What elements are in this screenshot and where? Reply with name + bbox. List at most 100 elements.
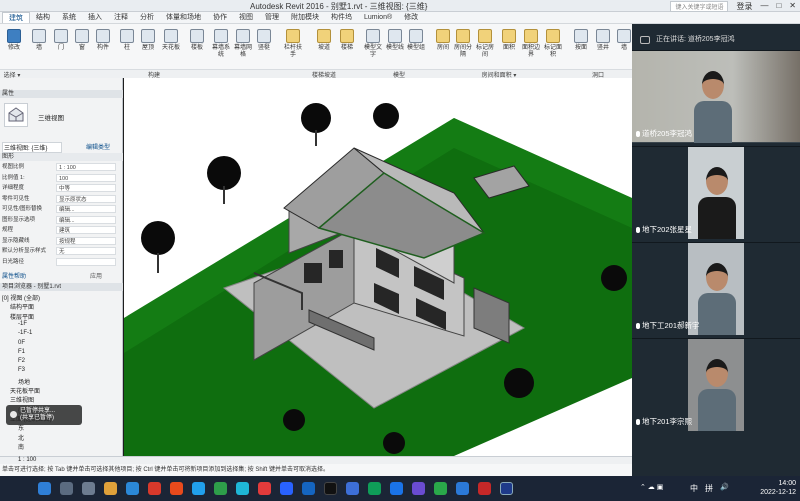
ribbon-tab[interactable]: Lumion® [358,12,398,23]
participant-tile[interactable]: 地下202张星星 [632,146,800,239]
ribbon-tab[interactable]: 视图 [233,12,259,23]
property-row[interactable]: 详细程度 中等 [2,184,120,192]
edge-icon[interactable] [126,482,139,495]
ribbon-button[interactable]: 墙 [28,27,50,69]
property-row[interactable]: 比例值 1: 100 [2,173,120,182]
app-icon-7[interactable] [280,482,293,495]
view-selector[interactable]: 三维视图: {三维} [2,142,62,153]
browser-tree-item[interactable]: 结构平面 [10,302,34,311]
property-value[interactable]: 1 : 100 [56,163,116,171]
ribbon-button[interactable]: 房间 [432,27,454,69]
app-icon-14[interactable] [478,482,491,495]
app-icon-8[interactable] [302,482,315,495]
start-button-icon[interactable] [38,482,51,495]
clock[interactable]: 14:00 2022-12-12 [760,479,796,497]
browser-tree-item[interactable]: F3 [18,367,25,373]
ribbon-tab[interactable]: 分析 [134,12,160,23]
tiktok-icon[interactable] [324,482,337,495]
ribbon-button[interactable]: 楼板 [186,27,208,69]
ribbon-button[interactable]: 坡道 [313,27,335,69]
property-row[interactable]: 零件可见性 显示原状态 [2,194,120,203]
3d-viewport[interactable] [124,78,632,456]
browser-tree-item[interactable]: F2 [18,358,25,364]
ribbon-tab[interactable]: 注释 [108,12,134,23]
property-value[interactable]: 显示原状态 [56,194,116,203]
property-value[interactable]: 无 [56,247,116,255]
browser-tree-item[interactable]: 三维视图 [10,395,34,404]
ribbon-button[interactable]: 天花板 [160,27,182,69]
app-icon-2[interactable] [170,482,183,495]
browser-tree-item[interactable]: -1F-1 [18,330,32,336]
app-icon-10[interactable] [368,482,381,495]
app-icon-13[interactable] [456,482,469,495]
ribbon-tab[interactable]: 协作 [207,12,233,23]
browser-tree-item[interactable]: 南 [18,442,24,451]
ribbon-tab[interactable]: 结构 [30,12,56,23]
wechat-icon[interactable] [434,482,447,495]
language-indicator[interactable]: 中 [690,483,698,494]
app-icon-1[interactable] [148,482,161,495]
property-value[interactable]: 编辑... [56,215,116,224]
property-row[interactable]: 显示隐藏线 按规程 [2,236,120,245]
property-row[interactable]: 图形显示选项 编辑... [2,215,120,224]
ribbon-button[interactable]: 修改 [3,27,25,69]
ribbon-button[interactable]: 按面 [570,27,592,69]
task-view-icon[interactable] [82,482,95,495]
ribbon-button[interactable]: 门 [50,27,72,69]
apply-button[interactable]: 应用 [90,271,102,280]
app-icon-12[interactable] [412,482,425,495]
app-icon-11[interactable] [390,482,403,495]
browser-tree-item[interactable]: 场地 [18,377,30,386]
properties-help-link[interactable]: 属性帮助 [2,271,26,280]
edit-type-button[interactable]: 编辑类型 [86,142,110,151]
ribbon-button[interactable]: 标记房间 [474,27,496,69]
maximize-icon[interactable]: □ [776,1,781,12]
participant-tile[interactable]: 道桥205李冠鸿 [632,50,800,143]
browser-tree-item[interactable]: [0] 视图 (全部) [2,293,40,302]
property-value[interactable]: 建筑 [56,226,116,234]
ribbon-button[interactable]: 屋顶 [137,27,159,69]
ribbon-button[interactable]: 栏杆扶手 [282,27,304,69]
participant-tile[interactable]: 地下201李宗熙 [632,338,800,431]
browser-tree-item[interactable]: 天花板平面 [10,386,40,395]
ribbon-tab[interactable]: 插入 [82,12,108,23]
ribbon-tab[interactable]: 管理 [259,12,285,23]
property-row[interactable]: 视图比例 1 : 100 [2,163,120,171]
property-row[interactable]: 日光路径 [2,257,120,266]
search-box[interactable]: 键入关键字或短语 [670,1,729,12]
participant-tile[interactable]: 地下工201郝新宇 [632,242,800,335]
tray-icons[interactable]: ⌃ ☁ ▣ [640,483,663,491]
ribbon-button[interactable]: 柱 [116,27,138,69]
browser-tree-item[interactable]: 楼层平面 [10,312,34,321]
revit-icon[interactable] [500,482,513,495]
ime-indicator[interactable]: 拼 [705,483,713,494]
ribbon-button[interactable]: 构件 [92,27,114,69]
app-icon-5[interactable] [236,482,249,495]
property-value[interactable]: 按规程 [56,236,116,245]
ribbon-button[interactable]: 楼梯 [336,27,358,69]
property-value[interactable] [56,257,116,266]
share-paused-toast[interactable]: 已暂停共享... (共享已暂停) [6,405,82,425]
app-icon-6[interactable] [258,482,271,495]
property-row[interactable]: 规程 建筑 [2,226,120,234]
file-explorer-icon[interactable] [104,482,117,495]
browser-tree-item[interactable]: -1F [18,321,27,327]
browser-tree-item[interactable]: 0F [18,340,25,346]
ribbon-tab[interactable]: 构件坞 [325,12,358,23]
ribbon-button[interactable]: 面积 [498,27,520,69]
ribbon-button[interactable]: 模型文字 [362,27,384,69]
ribbon-tab[interactable]: 建筑 [2,12,30,23]
ribbon-button[interactable]: 幕墙网格 [232,27,254,69]
property-value[interactable]: 100 [56,173,116,182]
ribbon-tab[interactable]: 系统 [56,12,82,23]
app-icon-3[interactable] [192,482,205,495]
ribbon-button[interactable]: 竖井 [592,27,614,69]
property-value[interactable]: 编辑... [56,205,116,213]
property-row[interactable]: 可见性/图形替换 编辑... [2,205,120,213]
ribbon-button[interactable]: 幕墙系统 [210,27,232,69]
ribbon-button[interactable]: 竖梃 [253,27,275,69]
browser-tree-item[interactable]: F1 [18,349,25,355]
ribbon-button[interactable]: 窗 [71,27,93,69]
app-icon-4[interactable] [214,482,227,495]
browser-tree-item[interactable]: 北 [18,433,24,442]
